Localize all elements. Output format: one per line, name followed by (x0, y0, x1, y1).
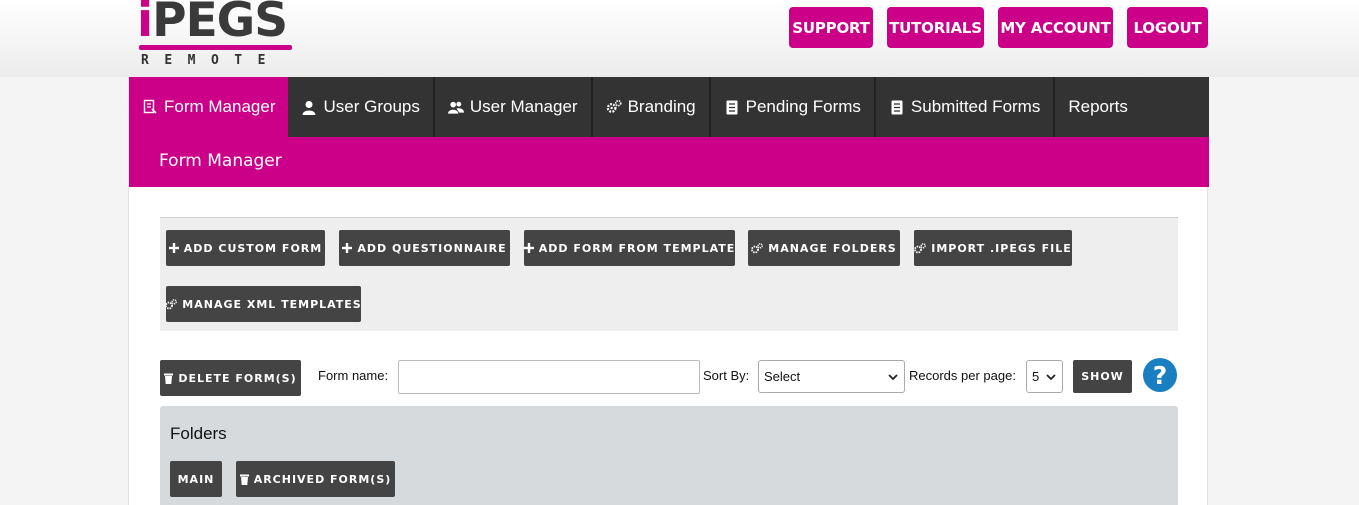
support-button[interactable]: SUPPORT (789, 7, 873, 48)
nav-label: Pending Forms (745, 97, 861, 116)
trash-icon (164, 373, 174, 384)
folder-main-button[interactable]: MAIN (170, 461, 222, 497)
button-label: MANAGE XML TEMPLATES (182, 297, 362, 311)
button-label: SHOW (1081, 370, 1124, 383)
manage-folders-button[interactable]: MANAGE FOLDERS (748, 230, 900, 266)
nav-item-submitted-forms[interactable]: Submitted Forms (876, 77, 1056, 137)
logout-button[interactable]: LOGOUT (1127, 7, 1208, 48)
folder-archived-forms-button[interactable]: ARCHIVED FORM(S) (236, 461, 395, 497)
nav-label: Reports (1068, 97, 1128, 116)
nav-item-user-groups[interactable]: User Groups (288, 77, 435, 137)
top-header: iPEGS REMOTE SUPPORT TUTORIALS MY ACCOUN… (0, 0, 1359, 77)
logo-wordmark: iPEGS (137, 0, 288, 48)
nav-label: Branding (627, 97, 696, 116)
main-nav: Form Manager User Groups User Manager Br… (129, 77, 1209, 137)
gears-icon (165, 298, 178, 310)
nav-label: User Manager (469, 97, 578, 116)
page-title-bar: Form Manager (129, 137, 1209, 187)
records-per-page-select[interactable]: 5 (1026, 360, 1063, 393)
delete-forms-button[interactable]: DELETE FORM(S) (160, 360, 301, 396)
nav-item-branding[interactable]: Branding (593, 77, 711, 137)
button-label: ADD CUSTOM FORM (183, 241, 323, 255)
sort-by-label: Sort By: (703, 368, 750, 383)
folders-title: Folders (170, 424, 227, 443)
tutorials-button[interactable]: TUTORIALS (887, 7, 984, 48)
plus-icon (342, 243, 353, 253)
button-label: ADD QUESTIONNAIRE (357, 241, 507, 255)
plus-icon (168, 243, 179, 253)
trash-icon (239, 474, 249, 485)
logo-pegs: PEGS (152, 0, 288, 48)
import-ipegs-file-button[interactable]: IMPORT .IPEGS FILE (914, 230, 1072, 266)
logo-remote-text: REMOTE (141, 53, 281, 68)
chevron-down-icon (888, 374, 898, 381)
my-account-button[interactable]: MY ACCOUNT (998, 7, 1113, 48)
form-name-label: Form name: (318, 368, 389, 383)
gears-icon (606, 99, 622, 115)
ipegs-remote-logo[interactable]: iPEGS REMOTE (137, 0, 297, 70)
logo-i: i (137, 0, 153, 48)
document-icon (889, 99, 905, 115)
chevron-down-icon (1046, 374, 1056, 381)
nav-item-form-manager[interactable]: Form Manager (129, 77, 289, 137)
button-label: ADD FORM FROM TEMPLATE (538, 241, 736, 255)
nav-item-reports[interactable]: Reports (1055, 77, 1141, 137)
form-icon (142, 99, 158, 115)
records-per-page-label: Records per page: (909, 368, 1016, 383)
manage-xml-templates-button[interactable]: MANAGE XML TEMPLATES (165, 286, 362, 322)
add-custom-form-button[interactable]: ADD CUSTOM FORM (166, 230, 325, 266)
add-questionnaire-button[interactable]: ADD QUESTIONNAIRE (339, 230, 510, 266)
nav-item-user-manager[interactable]: User Manager (435, 77, 593, 137)
button-label: MANAGE FOLDERS (768, 241, 897, 255)
gears-icon (914, 242, 927, 254)
nav-label: Submitted Forms (910, 97, 1041, 116)
document-icon (724, 99, 740, 115)
form-name-input[interactable] (398, 360, 700, 394)
main-container: Form Manager User Groups User Manager Br… (128, 77, 1209, 505)
add-form-from-template-button[interactable]: ADD FORM FROM TEMPLATE (523, 230, 736, 266)
action-panel: ADD CUSTOM FORM ADD QUESTIONNAIRE ADD FO… (160, 217, 1178, 331)
nav-label: User Groups (323, 97, 420, 116)
logo-underline (139, 45, 292, 50)
nav-label: Form Manager (164, 97, 276, 116)
help-icon[interactable]: ? (1143, 358, 1177, 392)
records-per-page-value: 5 (1032, 369, 1040, 384)
users-icon (447, 99, 464, 115)
button-label: DELETE FORM(S) (178, 371, 297, 385)
button-label: IMPORT .IPEGS FILE (931, 241, 1072, 255)
sort-by-value: Select (764, 369, 801, 384)
page-title: Form Manager (159, 151, 282, 171)
nav-item-pending-forms[interactable]: Pending Forms (711, 77, 876, 137)
gears-icon (751, 242, 764, 254)
button-label: ARCHIVED FORM(S) (253, 472, 392, 486)
user-icon (301, 99, 317, 115)
folders-panel: Folders MAIN ARCHIVED FORM(S) (160, 406, 1178, 505)
button-label: MAIN (177, 472, 215, 486)
plus-icon (523, 243, 534, 253)
show-button[interactable]: SHOW (1073, 360, 1132, 393)
sort-by-select[interactable]: Select (758, 360, 905, 393)
